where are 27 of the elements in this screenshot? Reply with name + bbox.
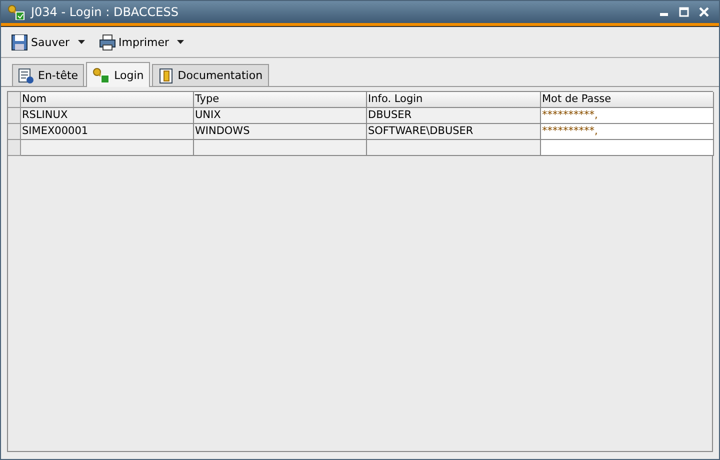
table-cell: **********, xyxy=(541,108,714,124)
column-header[interactable]: Type xyxy=(194,92,367,108)
tab[interactable]: Documentation xyxy=(152,64,269,86)
column-header[interactable]: Mot de Passe xyxy=(541,92,714,108)
table-cell: **********, xyxy=(541,124,714,140)
table-cell: SOFTWARE\DBUSER xyxy=(367,124,541,140)
window-title: J034 - Login : DBACCESS xyxy=(31,5,178,19)
column-header[interactable]: Nom xyxy=(21,92,194,108)
key-icon xyxy=(7,4,25,20)
toolbar-button[interactable]: Sauver xyxy=(9,34,72,50)
tab[interactable]: En-tête xyxy=(12,64,84,86)
caret-icon[interactable] xyxy=(78,40,84,44)
caret-icon[interactable] xyxy=(177,40,184,44)
key-icon xyxy=(92,67,110,83)
table-cell: UNIX xyxy=(194,108,367,124)
close-icon[interactable] xyxy=(699,7,709,17)
tab[interactable]: Login xyxy=(86,62,150,87)
printer-icon xyxy=(98,34,116,50)
table-cell: SIMEX00001 xyxy=(21,124,194,140)
table-cell: DBUSER xyxy=(367,108,541,124)
table-cell: RSLINUX xyxy=(21,108,194,124)
maximize-icon[interactable] xyxy=(679,7,689,17)
table-cell: WINDOWS xyxy=(194,124,367,140)
column-header[interactable]: Info. Login xyxy=(367,92,541,108)
toolbar-button[interactable]: Imprimer xyxy=(96,34,172,50)
document-icon xyxy=(158,68,174,84)
document-info-icon xyxy=(18,68,34,84)
